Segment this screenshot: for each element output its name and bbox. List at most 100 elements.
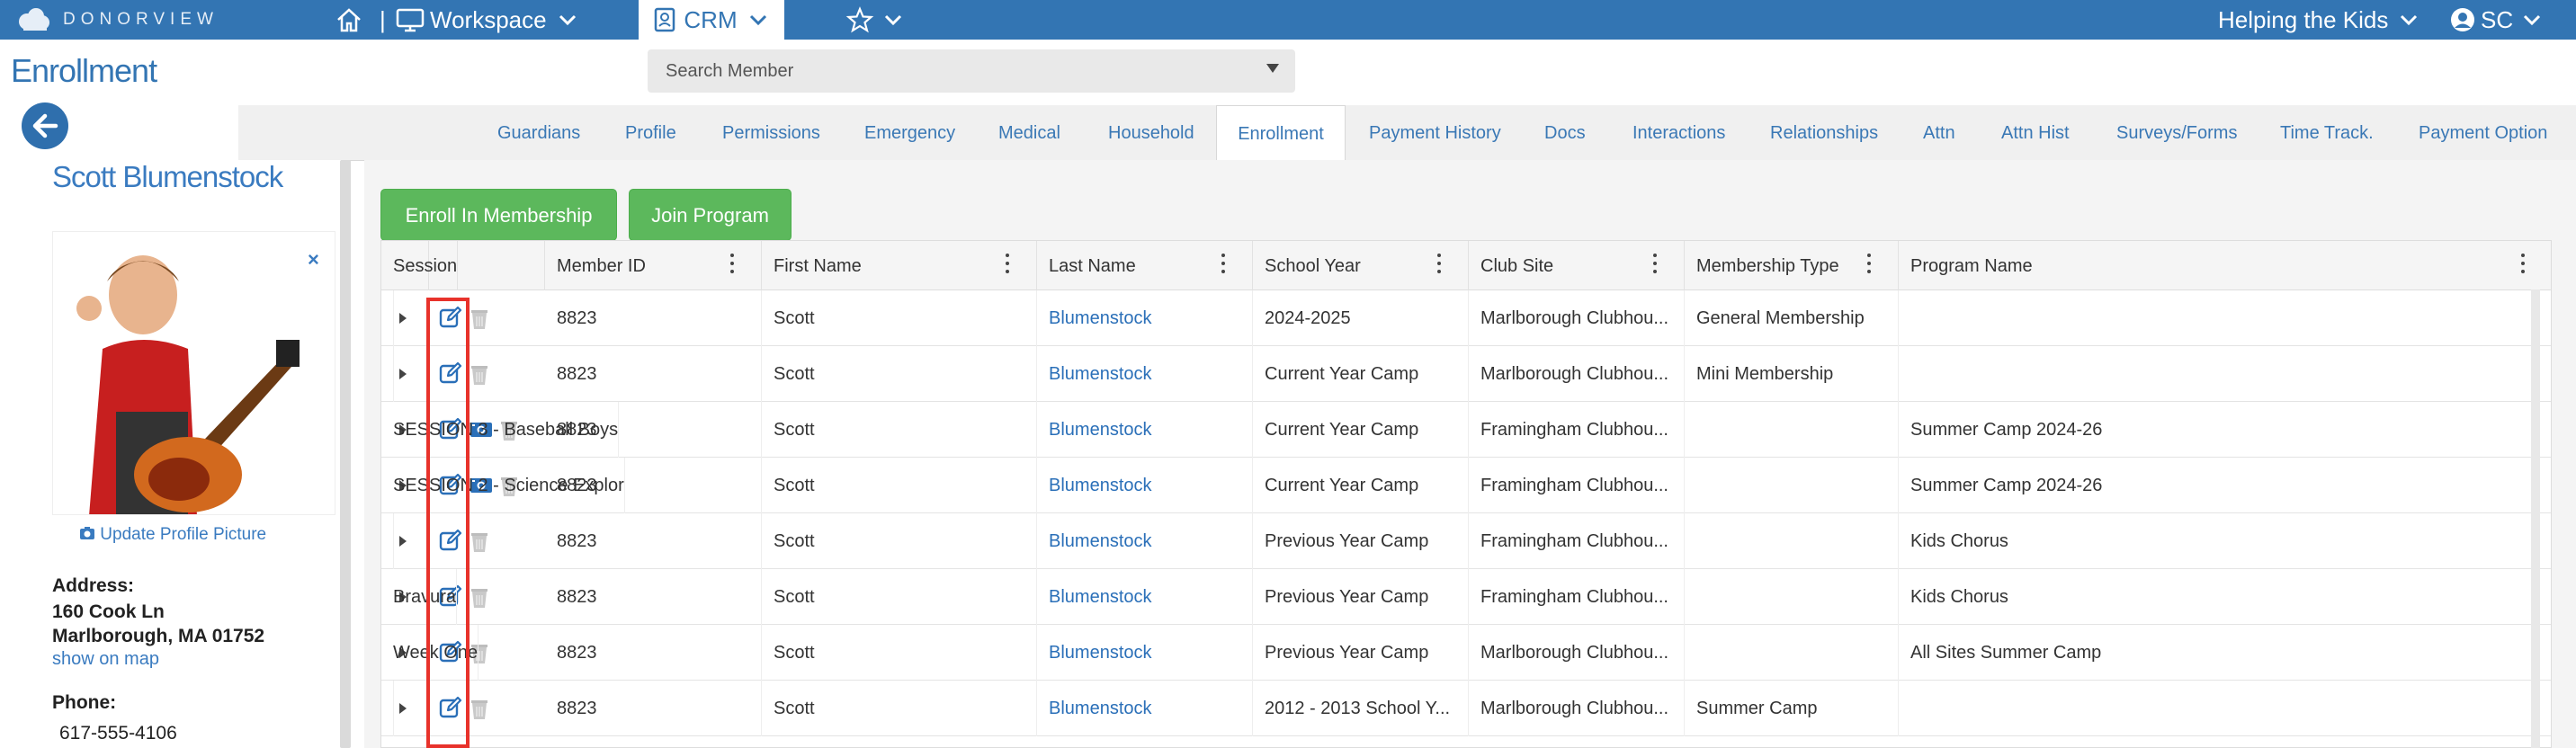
table-row[interactable]: 8823 Scott Blumenstock 2024-2025 Marlborough…	[381, 290, 2551, 346]
cell-first-name: Scott	[762, 625, 1037, 681]
cell-last-name[interactable]: Blumenstock	[1037, 346, 1253, 402]
column-header-club-site[interactable]: Club Site	[1469, 241, 1685, 290]
column-menu-icon[interactable]	[1221, 254, 1225, 273]
cell-last-name[interactable]: Blumenstock	[1037, 513, 1253, 569]
cell-last-name[interactable]: Blumenstock	[1037, 290, 1253, 346]
join-program-button[interactable]: Join Program	[629, 189, 792, 241]
tab-surveys-forms[interactable]: Surveys/Forms	[2116, 105, 2237, 161]
update-profile-picture-link[interactable]: Update Profile Picture	[79, 525, 266, 545]
chevron-down-icon	[559, 14, 576, 26]
expand-row-icon[interactable]	[399, 536, 407, 547]
column-header-program-name[interactable]: Program Name	[1899, 241, 2551, 290]
cell-program-name: Kids Chorus	[1899, 513, 2551, 569]
cell-last-name[interactable]: Blumenstock	[1037, 681, 1253, 736]
arrow-left-icon	[32, 113, 58, 138]
expand-row-icon[interactable]	[399, 313, 407, 324]
cell-member-id: 8823	[545, 625, 762, 681]
home-icon[interactable]	[335, 0, 363, 40]
cell-first-name: Scott	[762, 458, 1037, 513]
column-menu-icon[interactable]	[730, 254, 734, 273]
profile-photo-image	[53, 232, 335, 514]
workspace-menu[interactable]: Workspace	[396, 0, 579, 40]
expand-row-icon[interactable]	[399, 369, 407, 379]
cell-program-name: All Sites Summer Camp	[1899, 625, 2551, 681]
back-button[interactable]	[22, 102, 68, 149]
tab-household[interactable]: Household	[1108, 105, 1194, 161]
user-avatar-icon	[2451, 8, 2474, 31]
cell-last-name[interactable]: Blumenstock	[1037, 569, 1253, 625]
show-on-map-link[interactable]: show on map	[52, 649, 159, 670]
chevron-down-icon	[884, 14, 902, 26]
trash-icon[interactable]	[470, 530, 489, 554]
crm-menu[interactable]: CRM	[639, 0, 784, 40]
grid-scrollbar[interactable]	[2531, 289, 2540, 748]
cell-session: SESSION 2 - Science Explor	[381, 458, 625, 513]
donorview-logo[interactable]: DONORVIEW	[16, 5, 219, 34]
column-menu-icon[interactable]	[1437, 254, 1441, 273]
tab-payment-history[interactable]: Payment History	[1369, 105, 1501, 161]
column-header-session[interactable]: Session	[381, 241, 459, 290]
workspace-label: Workspace	[430, 5, 547, 33]
cell-club-site: Framingham Clubhou...	[1469, 402, 1685, 458]
cell-member-id: 8823	[545, 513, 762, 569]
column-menu-icon[interactable]	[1653, 254, 1657, 273]
trash-icon[interactable]	[470, 307, 489, 331]
cell-member-id: 8823	[545, 569, 762, 625]
trash-icon[interactable]	[470, 363, 489, 387]
address-line-1: 160 Cook Ln	[52, 601, 165, 622]
tab-time-track[interactable]: Time Track.	[2280, 105, 2374, 161]
tab-payment-option[interactable]: Payment Option	[2419, 105, 2547, 161]
trash-icon[interactable]	[470, 586, 489, 610]
column-header-label: Program Name	[1910, 256, 2033, 276]
column-header-last-name[interactable]: Last Name	[1037, 241, 1253, 290]
organization-label: Helping the Kids	[2218, 5, 2389, 33]
cell-school-year: Previous Year Camp	[1253, 513, 1469, 569]
tab-enrollment[interactable]: Enrollment	[1216, 105, 1346, 161]
cell-club-site: Framingham Clubhou...	[1469, 569, 1685, 625]
tab-guardians[interactable]: Guardians	[497, 105, 580, 161]
table-row[interactable]: 8823 Scott Blumenstock Current Year Camp Fra…	[381, 458, 2551, 513]
chevron-down-icon	[749, 14, 766, 26]
cell-last-name[interactable]: Blumenstock	[1037, 402, 1253, 458]
user-menu[interactable]: SC	[2450, 0, 2544, 40]
close-icon[interactable]: ×	[308, 248, 319, 272]
table-row[interactable]: 8823 Scott Blumenstock Previous Year Camp Ma…	[381, 625, 2551, 681]
sidebar-scrollbar[interactable]	[340, 160, 351, 748]
table-row[interactable]: 8823 Scott Blumenstock 2012 - 2013 School Y…	[381, 681, 2551, 736]
tab-profile[interactable]: Profile	[625, 105, 676, 161]
tab-attn[interactable]: Attn	[1923, 105, 1955, 161]
tab-docs[interactable]: Docs	[1544, 105, 1586, 161]
trash-icon[interactable]	[470, 698, 489, 721]
tab-permissions[interactable]: Permissions	[722, 105, 820, 161]
cell-school-year: Current Year Camp	[1253, 458, 1469, 513]
tab-emergency[interactable]: Emergency	[864, 105, 955, 161]
cell-membership-type: Mini Membership	[1685, 346, 1899, 402]
contact-card-icon	[655, 7, 675, 32]
tab-relationships[interactable]: Relationships	[1770, 105, 1878, 161]
search-placeholder: Search Member	[666, 61, 794, 81]
column-menu-icon[interactable]	[2521, 254, 2525, 273]
column-menu-icon[interactable]	[1867, 254, 1871, 273]
expand-row-icon[interactable]	[399, 703, 407, 714]
column-header-member-id[interactable]: Member ID	[545, 241, 762, 290]
tab-medical[interactable]: Medical	[998, 105, 1060, 161]
column-menu-icon[interactable]	[1006, 254, 1009, 273]
cell-session	[381, 681, 394, 736]
grid-header: Member ID First Name Last Name School Year C…	[381, 241, 2551, 290]
table-row[interactable]: 8823 Scott Blumenstock Previous Year Camp Fr…	[381, 569, 2551, 625]
tab-attn-hist[interactable]: Attn Hist	[2001, 105, 2070, 161]
search-member-select[interactable]: Search Member	[648, 49, 1295, 93]
column-header-school-year[interactable]: School Year	[1253, 241, 1469, 290]
table-row[interactable]: 8823 Scott Blumenstock Current Year Camp Mar…	[381, 346, 2551, 402]
table-row[interactable]: 8823 Scott Blumenstock Current Year Camp Fra…	[381, 402, 2551, 458]
tab-interactions[interactable]: Interactions	[1632, 105, 1725, 161]
enroll-in-membership-button[interactable]: Enroll In Membership	[380, 189, 617, 241]
cell-last-name[interactable]: Blumenstock	[1037, 625, 1253, 681]
table-row[interactable]: 8823 Scott Blumenstock Previous Year Camp Fr…	[381, 513, 2551, 569]
cell-last-name[interactable]: Blumenstock	[1037, 458, 1253, 513]
favorites-menu[interactable]	[845, 0, 905, 40]
column-header-first-name[interactable]: First Name	[762, 241, 1037, 290]
organization-menu[interactable]: Helping the Kids	[2218, 0, 2420, 40]
column-header-membership-type[interactable]: Membership Type	[1685, 241, 1899, 290]
edit-column-highlight	[426, 298, 470, 748]
